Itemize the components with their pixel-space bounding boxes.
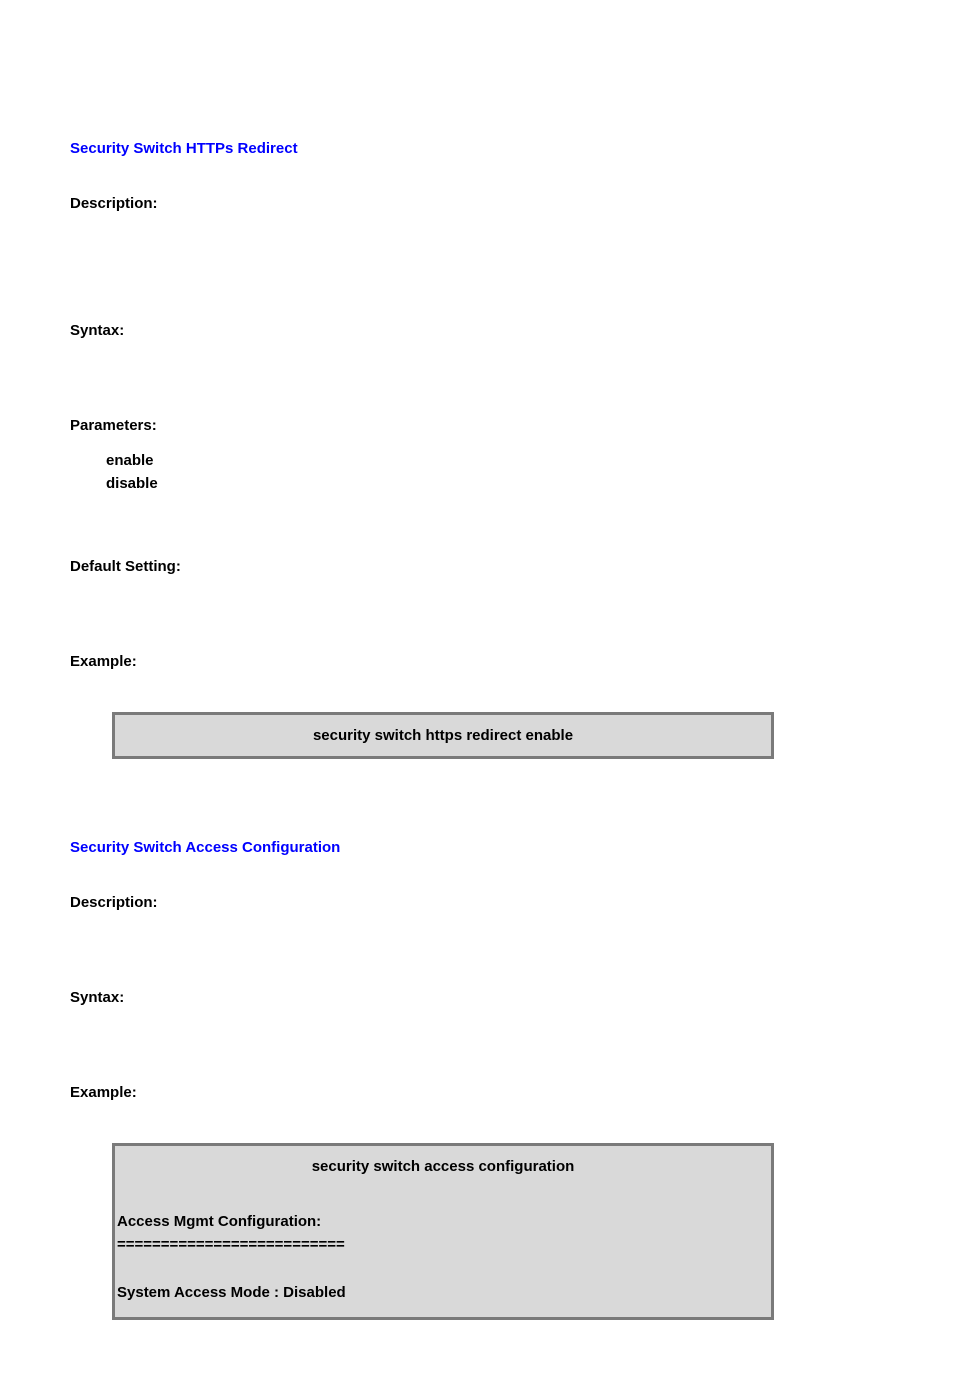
spacer bbox=[70, 593, 884, 653]
parameters-label: Parameters: bbox=[70, 417, 884, 434]
spacer bbox=[70, 1024, 884, 1084]
output-line: System Access Mode : Disabled bbox=[117, 1282, 769, 1305]
param-enable: enable bbox=[106, 452, 884, 469]
spacer bbox=[70, 230, 884, 322]
spacer bbox=[70, 929, 884, 989]
output-line: ========================== bbox=[117, 1234, 769, 1257]
example-command-text: security switch https redirect enable bbox=[313, 727, 573, 744]
output-line: Access Mgmt Configuration: bbox=[117, 1211, 769, 1234]
spacer bbox=[70, 688, 884, 712]
example-command-text: security switch access configuration bbox=[117, 1158, 769, 1175]
example-output-box: security switch access configuration Acc… bbox=[112, 1143, 774, 1320]
syntax-label: Syntax: bbox=[70, 322, 884, 339]
section-title-https-redirect: Security Switch HTTPs Redirect bbox=[70, 140, 884, 157]
example-command-box: security switch https redirect enable bbox=[112, 712, 774, 759]
syntax-label: Syntax: bbox=[70, 989, 884, 1006]
spacer bbox=[70, 498, 884, 558]
spacer bbox=[70, 357, 884, 417]
default-setting-label: Default Setting: bbox=[70, 558, 884, 575]
document-page: Security Switch HTTPs Redirect Descripti… bbox=[0, 0, 954, 1380]
description-label: Description: bbox=[70, 195, 884, 212]
param-disable: disable bbox=[106, 475, 884, 492]
example-label: Example: bbox=[70, 653, 884, 670]
example-label: Example: bbox=[70, 1084, 884, 1101]
spacer bbox=[70, 759, 884, 839]
spacer bbox=[117, 1256, 769, 1282]
spacer bbox=[70, 1119, 884, 1143]
section-title-access-config: Security Switch Access Configuration bbox=[70, 839, 884, 856]
description-label: Description: bbox=[70, 894, 884, 911]
